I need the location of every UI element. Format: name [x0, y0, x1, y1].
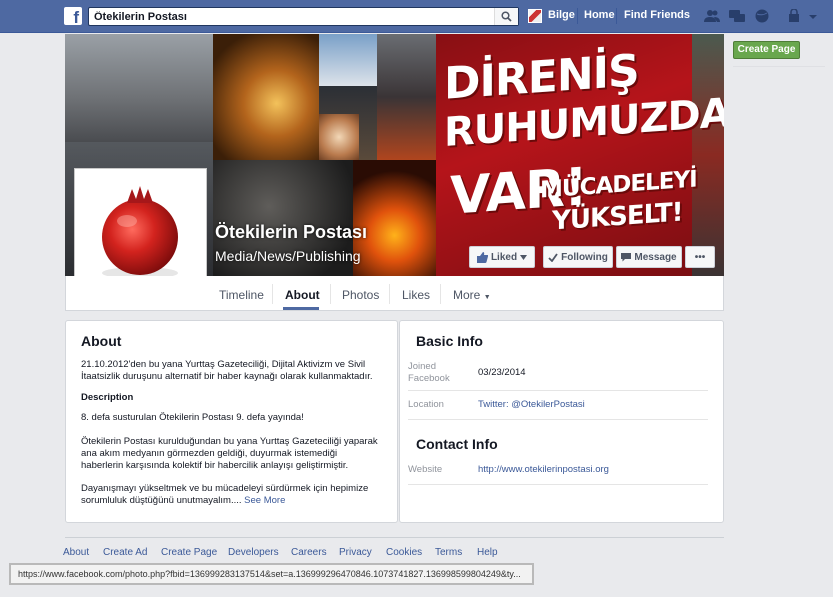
cover-tile-blaze — [353, 160, 436, 276]
about-title: About — [81, 333, 122, 349]
notifications-icon[interactable] — [754, 9, 770, 23]
friend-requests-icon[interactable] — [704, 9, 720, 23]
find-friends-link[interactable]: Find Friends — [624, 9, 690, 21]
following-label: Following — [561, 251, 608, 263]
description-paragraph-3: Dayanışmayı yükseltmek ve bu mücadeleyi … — [81, 483, 381, 507]
following-button[interactable]: Following — [543, 246, 613, 268]
banner-edge-photo — [692, 34, 724, 276]
home-link[interactable]: Home — [584, 9, 615, 21]
nav-divider — [577, 8, 578, 24]
location-link[interactable]: Twitter: @OtekilerPostasi — [478, 399, 585, 410]
contact-info-title: Contact Info — [416, 436, 498, 452]
more-dots-icon: ••• — [694, 251, 706, 263]
row-divider — [408, 484, 708, 485]
chevron-down-icon — [520, 254, 528, 260]
top-navigation-bar: f Bilge Home Find Friends — [0, 0, 833, 33]
page-category[interactable]: Media/News/Publishing — [215, 248, 361, 264]
account-menu-icon[interactable] — [808, 9, 818, 23]
cover-tile-sky — [319, 34, 377, 86]
create-page-button[interactable]: Create Page — [733, 41, 800, 59]
row-divider — [408, 419, 708, 420]
footer-link-privacy[interactable]: Privacy — [339, 547, 372, 558]
website-link[interactable]: http://www.otekilerinpostasi.org — [478, 464, 609, 475]
joined-value: 03/23/2014 — [478, 367, 526, 378]
more-options-button[interactable]: ••• — [685, 246, 715, 268]
description-paragraph-1: 8. defa susturulan Ötekilerin Postası 9.… — [81, 412, 304, 423]
search-box — [88, 7, 519, 26]
description-title: Description — [81, 392, 134, 403]
tab-photos[interactable]: Photos — [342, 288, 379, 302]
chevron-down-icon: ▼ — [483, 294, 491, 301]
tab-divider — [440, 284, 441, 304]
thumbs-up-icon — [476, 251, 488, 263]
message-label: Message — [634, 251, 677, 263]
search-input[interactable] — [89, 8, 489, 25]
message-icon — [621, 252, 632, 261]
browser-status-url: https://www.facebook.com/photo.php?fbid=… — [9, 563, 534, 585]
row-divider — [408, 390, 708, 391]
liked-button[interactable]: Liked — [469, 246, 535, 268]
footer-link-create-ad[interactable]: Create Ad — [103, 547, 147, 558]
footer-link-developers[interactable]: Developers — [228, 547, 279, 558]
about-intro: 21.10.2012'den bu yana Yurttaş Gazetecil… — [81, 359, 373, 382]
tab-more-label: More — [453, 288, 481, 302]
footer-link-terms[interactable]: Terms — [435, 547, 462, 558]
messages-icon[interactable] — [729, 9, 745, 23]
tab-more[interactable]: More ▼ — [453, 288, 491, 302]
cover-banner: DİRENİŞ RUHUMUZDA VAR! MÜCADELEYİ YÜKSEL… — [436, 34, 724, 276]
tab-divider — [272, 284, 273, 304]
tab-likes[interactable]: Likes — [402, 288, 430, 302]
see-more-link[interactable]: See More — [244, 495, 285, 506]
website-label: Website — [408, 464, 443, 475]
privacy-icon[interactable] — [788, 9, 804, 23]
tab-divider — [330, 284, 331, 304]
footer-link-careers[interactable]: Careers — [291, 547, 327, 558]
page-tabs: Timeline About Photos Likes More ▼ — [65, 276, 724, 311]
basic-info-title: Basic Info — [416, 333, 483, 349]
user-avatar[interactable] — [528, 9, 542, 23]
basic-info-panel: Basic Info Joined Facebook 03/23/2014 Lo… — [399, 320, 724, 523]
cover-tile-hands — [319, 114, 359, 160]
profile-link[interactable]: Bilge — [548, 9, 575, 21]
nav-divider — [616, 8, 617, 24]
joined-label: Joined Facebook — [408, 361, 450, 384]
footer-divider — [65, 537, 724, 538]
tab-timeline[interactable]: Timeline — [219, 288, 264, 302]
cover-tile-fire — [213, 34, 319, 160]
facebook-logo[interactable]: f — [64, 7, 82, 25]
footer-link-help[interactable]: Help — [477, 547, 498, 558]
description-paragraph-2: Ötekilerin Postası kurulduğundan bu yana… — [81, 436, 378, 471]
footer-link-cookies[interactable]: Cookies — [386, 547, 422, 558]
cover-tile-crowd — [65, 34, 213, 142]
page-name[interactable]: Ötekilerin Postası — [215, 222, 367, 243]
tab-about[interactable]: About — [285, 288, 320, 302]
footer-link-about[interactable]: About — [63, 547, 89, 558]
search-button[interactable] — [494, 8, 518, 25]
message-button[interactable]: Message — [616, 246, 682, 268]
cover-tile-smoke — [377, 34, 436, 160]
active-tab-indicator — [283, 307, 319, 310]
description-paragraph-3-text: Dayanışmayı yükseltmek ve bu mücadeleyi … — [81, 483, 369, 506]
location-label: Location — [408, 399, 444, 410]
about-panel: About 21.10.2012'den bu yana Yurttaş Gaz… — [65, 320, 398, 523]
sidebar-divider — [733, 66, 825, 67]
tab-divider — [389, 284, 390, 304]
liked-label: Liked — [490, 251, 518, 263]
search-icon — [501, 11, 512, 22]
footer-link-create-page[interactable]: Create Page — [161, 547, 217, 558]
check-icon — [548, 252, 558, 262]
